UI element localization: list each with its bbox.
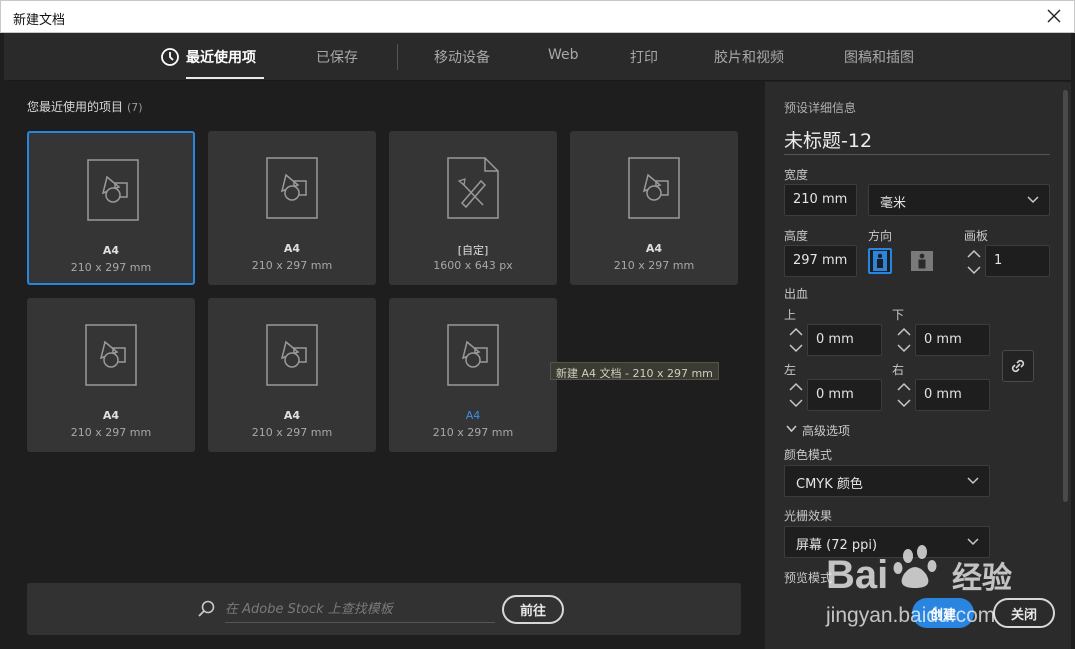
- chevron-down-icon: [967, 477, 979, 485]
- unit-select-value: 毫米: [880, 196, 907, 211]
- advanced-options-label: 高级选项: [802, 424, 851, 438]
- stock-search-input[interactable]: [225, 597, 495, 623]
- watermark-logo: Bai 经验 jingyan.baidu.com: [825, 545, 1012, 627]
- artboards-stepper[interactable]: [965, 247, 983, 277]
- custom-document-icon: [447, 157, 499, 219]
- preset-name: A4: [102, 244, 120, 257]
- preset-size: 210 x 297 mm: [251, 259, 333, 272]
- preset-name: A4: [283, 242, 301, 255]
- bleed-right-field[interactable]: 0 mm: [915, 379, 990, 411]
- document-icon: [266, 157, 318, 219]
- unit-select[interactable]: 毫米: [868, 184, 1050, 216]
- recent-count: (7): [127, 101, 143, 114]
- chevron-down-icon: [786, 425, 797, 433]
- svg-text:Bai: Bai: [826, 553, 888, 597]
- tab-web[interactable]: Web: [548, 47, 579, 63]
- width-label: 宽度: [784, 168, 809, 182]
- document-icon: [628, 157, 680, 219]
- preset-name: A4: [645, 242, 663, 255]
- landscape-orientation-button[interactable]: [910, 248, 934, 274]
- preset-tooltip: 新建 A4 文档 - 210 x 297 mm: [550, 362, 719, 380]
- width-field[interactable]: 210 mm: [784, 184, 857, 216]
- preset-name: [自定]: [457, 244, 489, 257]
- clock-icon: [161, 48, 179, 66]
- preset-card[interactable]: A4 210 x 297 mm: [570, 131, 738, 285]
- preset-card[interactable]: A4 210 x 297 mm: [27, 298, 195, 452]
- window-titlebar: 新建文档: [0, 0, 1075, 33]
- close-icon[interactable]: [1044, 6, 1064, 26]
- tab-divider: [397, 44, 398, 70]
- portrait-icon: [873, 251, 887, 271]
- color-mode-value: CMYK 颜色: [796, 477, 863, 492]
- orientation-label: 方向: [868, 229, 893, 243]
- active-tab-indicator: [186, 77, 264, 79]
- bleed-top-stepper[interactable]: [787, 325, 805, 355]
- color-mode-label: 颜色模式: [784, 448, 833, 462]
- bleed-left-label: 左: [784, 363, 797, 377]
- window-title: 新建文档: [13, 13, 66, 28]
- height-label: 高度: [784, 229, 809, 243]
- artboards-field[interactable]: 1: [985, 245, 1050, 277]
- document-icon: [447, 324, 499, 386]
- bleed-top-label: 上: [784, 308, 797, 322]
- document-name-field[interactable]: 未标题-12: [784, 126, 872, 153]
- preset-size: 210 x 297 mm: [70, 261, 152, 274]
- link-icon: [1011, 359, 1025, 373]
- bleed-right-label: 右: [892, 363, 905, 377]
- preset-card[interactable]: A4 210 x 297 mm: [389, 298, 557, 452]
- document-icon: [266, 324, 318, 386]
- bleed-right-stepper[interactable]: [895, 380, 913, 410]
- preset-card[interactable]: [自定] 1600 x 643 px: [389, 131, 557, 285]
- portrait-orientation-button[interactable]: [868, 248, 892, 274]
- preset-size: 210 x 297 mm: [70, 426, 152, 439]
- artboards-label: 画板: [964, 229, 989, 243]
- svg-text:经验: 经验: [952, 561, 1012, 595]
- bleed-left-stepper[interactable]: [787, 380, 805, 410]
- bleed-top-field[interactable]: 0 mm: [807, 324, 882, 356]
- preset-size: 210 x 297 mm: [613, 259, 695, 272]
- recent-heading: 您最近使用的项目 (7): [27, 98, 143, 115]
- preset-size: 210 x 297 mm: [432, 426, 514, 439]
- tab-saved[interactable]: 已保存: [316, 47, 358, 67]
- raster-effects-label: 光栅效果: [784, 509, 833, 523]
- details-scrollbar[interactable]: [1063, 90, 1068, 502]
- bleed-bottom-stepper[interactable]: [895, 325, 913, 355]
- height-field[interactable]: 297 mm: [784, 245, 857, 277]
- bleed-bottom-label: 下: [892, 308, 905, 322]
- document-icon: [87, 159, 139, 221]
- link-bleed-button[interactable]: [1002, 350, 1034, 382]
- preset-name: A4: [283, 409, 301, 422]
- preset-details-heading: 预设详细信息: [784, 101, 857, 115]
- recent-items-pane: 您最近使用的项目 (7) A4 210 x 297 mm A4 210 x 297…: [4, 82, 763, 649]
- bleed-label: 出血: [784, 287, 809, 301]
- go-button[interactable]: 前往: [502, 595, 564, 624]
- stock-search-bar: 前往: [27, 583, 741, 635]
- category-tabbar: 最近使用项 已保存 移动设备 Web 打印 胶片和视频 图稿和插图: [4, 33, 1071, 81]
- preset-card[interactable]: A4 210 x 297 mm: [208, 298, 376, 452]
- preset-size: 1600 x 643 px: [433, 259, 513, 272]
- tab-print[interactable]: 打印: [630, 47, 658, 67]
- document-icon: [85, 324, 137, 386]
- preset-card[interactable]: A4 210 x 297 mm: [208, 131, 376, 285]
- svg-text:jingyan.baidu.com: jingyan.baidu.com: [825, 604, 995, 627]
- bleed-bottom-field[interactable]: 0 mm: [915, 324, 990, 356]
- preset-card[interactable]: A4 210 x 297 mm: [27, 131, 195, 285]
- chevron-down-icon: [1027, 196, 1039, 204]
- document-name-underline: [784, 154, 1050, 155]
- color-mode-select[interactable]: CMYK 颜色: [784, 465, 990, 497]
- preset-name: A4: [102, 409, 120, 422]
- tab-film-video[interactable]: 胶片和视频: [714, 47, 784, 67]
- recent-heading-text: 您最近使用的项目: [27, 100, 124, 114]
- tab-art-illustration[interactable]: 图稿和插图: [844, 47, 914, 67]
- bleed-left-field[interactable]: 0 mm: [807, 379, 882, 411]
- search-icon: [198, 600, 215, 617]
- tab-mobile[interactable]: 移动设备: [434, 47, 490, 67]
- preset-name: A4: [465, 409, 481, 422]
- preset-size: 210 x 297 mm: [251, 426, 333, 439]
- tab-recent[interactable]: 最近使用项: [186, 47, 256, 67]
- landscape-icon: [911, 251, 933, 271]
